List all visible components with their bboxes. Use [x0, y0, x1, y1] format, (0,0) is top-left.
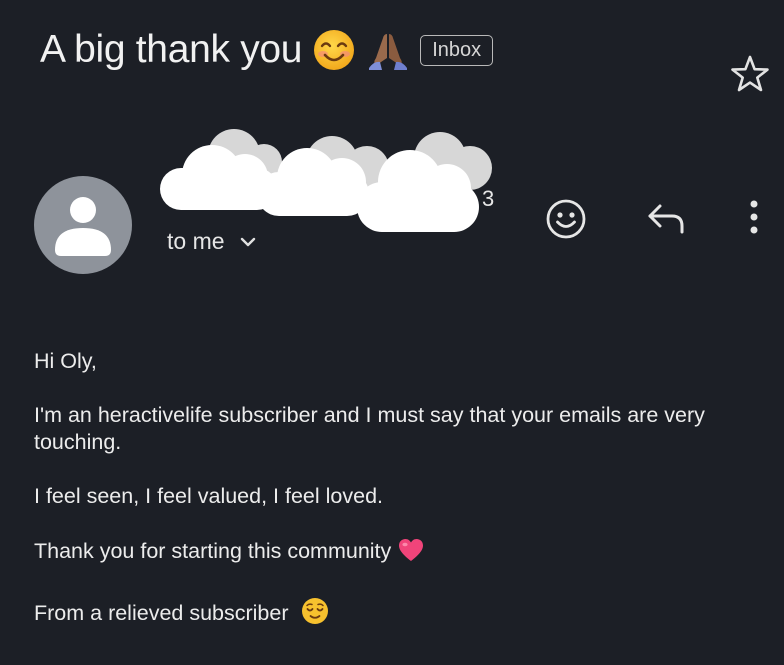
- reply-button[interactable]: [646, 198, 690, 238]
- inbox-label-badge[interactable]: Inbox: [420, 34, 494, 66]
- recipient-label: to me: [167, 228, 225, 254]
- recipient-details-toggle[interactable]: to me: [167, 228, 259, 255]
- heart-icon: [397, 537, 425, 570]
- email-subject: A big thank you: [40, 28, 303, 71]
- email-paragraph: Thank you for starting this community: [34, 539, 392, 563]
- add-reaction-button[interactable]: [544, 197, 588, 241]
- subject-row: A big thank you Inbox: [40, 28, 494, 72]
- obscured-sender-name: [152, 120, 502, 245]
- emoji-smile-icon: [546, 199, 586, 239]
- email-greeting: Hi Oly,: [34, 349, 97, 373]
- relieved-face-icon: [301, 597, 329, 632]
- default-avatar-icon: [55, 197, 111, 256]
- more-vert-icon: [750, 200, 758, 234]
- email-signoff-with-emoji: From a relieved subscriber: [34, 597, 769, 632]
- email-paragraph-with-heart: Thank you for starting this community: [34, 537, 769, 570]
- folded-hands-emoji-icon: [366, 28, 410, 72]
- sender-partial-text: 3: [482, 186, 495, 211]
- more-options-button[interactable]: [740, 198, 768, 238]
- smiling-face-emoji-icon: [312, 28, 356, 72]
- sender-avatar[interactable]: [34, 176, 132, 274]
- star-icon[interactable]: [730, 54, 770, 94]
- email-paragraph: I feel seen, I feel valued, I feel loved…: [34, 484, 383, 508]
- email-body: Hi Oly, I'm an heractivelife subscriber …: [34, 348, 769, 659]
- email-signoff: From a relieved subscriber: [34, 601, 289, 625]
- reply-icon: [648, 204, 684, 234]
- email-paragraph: I'm an heractivelife subscriber and I mu…: [34, 403, 705, 454]
- chevron-down-icon: [240, 237, 255, 246]
